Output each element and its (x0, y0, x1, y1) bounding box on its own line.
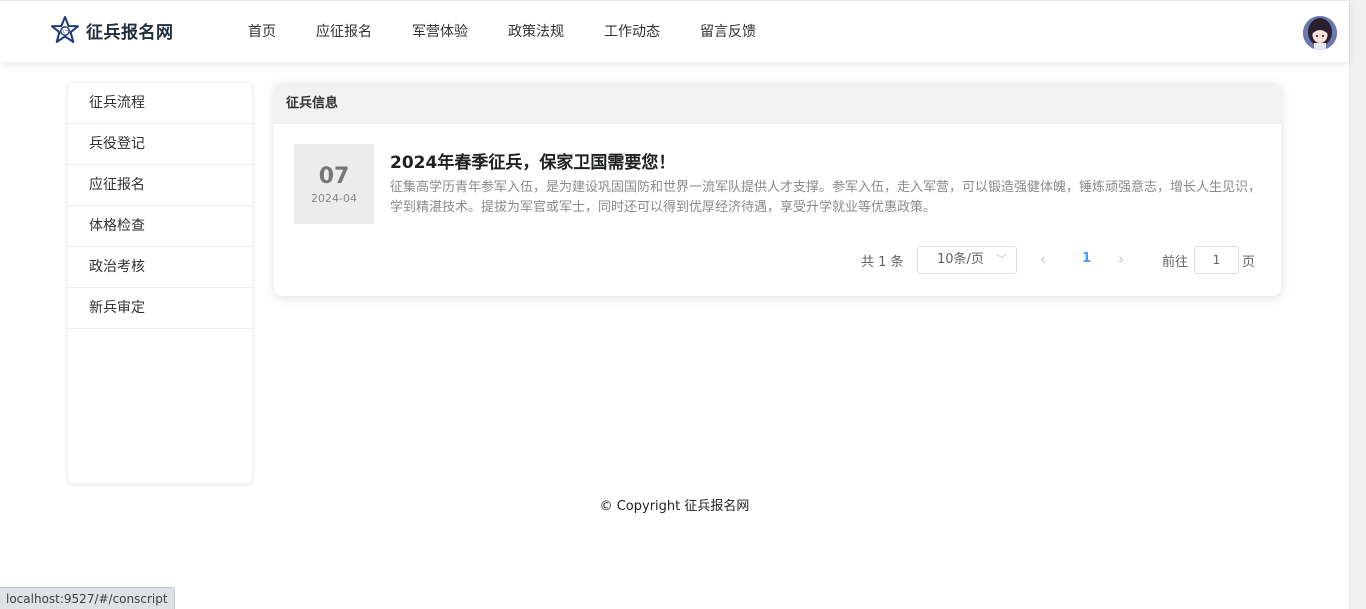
goto-page-input[interactable] (1194, 246, 1239, 274)
sidebar-item-political-review[interactable]: 政治考核 (68, 247, 252, 288)
page: 八一 征兵报名网 首页 应征报名 军营体验 政策法规 工作动态 留言反馈 征兵流… (0, 0, 1366, 609)
nav-home[interactable]: 首页 (228, 1, 296, 63)
svg-text:八一: 八一 (59, 28, 71, 35)
nav-enlist-signup[interactable]: 应征报名 (296, 1, 392, 63)
sidebar-menu: 征兵流程 兵役登记 应征报名 体格检查 政治考核 新兵审定 (68, 83, 252, 483)
news-date-badge: 07 2024-04 (294, 144, 374, 224)
sidebar-item-registration[interactable]: 兵役登记 (68, 124, 252, 165)
browser-status-url: localhost:9527/#/conscript (0, 587, 175, 609)
news-card: 征兵信息 07 2024-04 2024年春季征兵，保家卫国需要您！ 征集高学历… (274, 83, 1281, 296)
page-size-value: 10条/页 (937, 252, 984, 267)
chevron-left-icon[interactable]: ‹ (1040, 250, 1046, 268)
site-logo[interactable]: 八一 征兵报名网 (51, 15, 174, 45)
top-header: 八一 征兵报名网 首页 应征报名 军营体验 政策法规 工作动态 留言反馈 (0, 0, 1349, 62)
news-month: 2024-04 (311, 191, 357, 205)
sidebar-item-process[interactable]: 征兵流程 (68, 83, 252, 124)
goto-label: 前往 (1162, 255, 1189, 270)
main-nav: 首页 应征报名 军营体验 政策法规 工作动态 留言反馈 (228, 1, 776, 63)
sidebar-item-signup[interactable]: 应征报名 (68, 165, 252, 206)
chevron-right-icon[interactable]: › (1118, 250, 1124, 268)
section-title: 征兵信息 (274, 83, 1281, 124)
footer-copyright: © Copyright 征兵报名网 (599, 499, 750, 514)
sidebar-item-physical-exam[interactable]: 体格检查 (68, 206, 252, 247)
goto-suffix: 页 (1242, 255, 1256, 270)
star-logo-icon: 八一 (51, 16, 79, 43)
news-summary: 征集高学历青年参军入伍，是为建设巩固国防和世界一流军队提供人才支撑。参军入伍，走… (390, 180, 1262, 215)
avatar-image-icon (1303, 16, 1337, 50)
news-day: 07 (318, 163, 350, 189)
nav-camp-experience[interactable]: 军营体验 (392, 1, 488, 63)
pagination-total: 共 1 条 (861, 255, 904, 270)
sidebar-item-recruit-approval[interactable]: 新兵审定 (68, 288, 252, 329)
pagination: 共 1 条 10条/页 ﹀ ‹ 1 › 前往 页 (274, 246, 1281, 274)
vertical-scrollbar[interactable] (1349, 0, 1366, 609)
user-avatar[interactable] (1303, 16, 1337, 50)
nav-feedback[interactable]: 留言反馈 (680, 1, 776, 63)
nav-policies[interactable]: 政策法规 (488, 1, 584, 63)
news-title[interactable]: 2024年春季征兵，保家卫国需要您！ (390, 148, 675, 173)
site-name: 征兵报名网 (86, 22, 174, 43)
page-size-select[interactable]: 10条/页 ﹀ (917, 246, 1017, 274)
chevron-down-icon: ﹀ (996, 253, 1007, 266)
nav-work-news[interactable]: 工作动态 (584, 1, 680, 63)
page-number-current[interactable]: 1 (1082, 251, 1091, 266)
